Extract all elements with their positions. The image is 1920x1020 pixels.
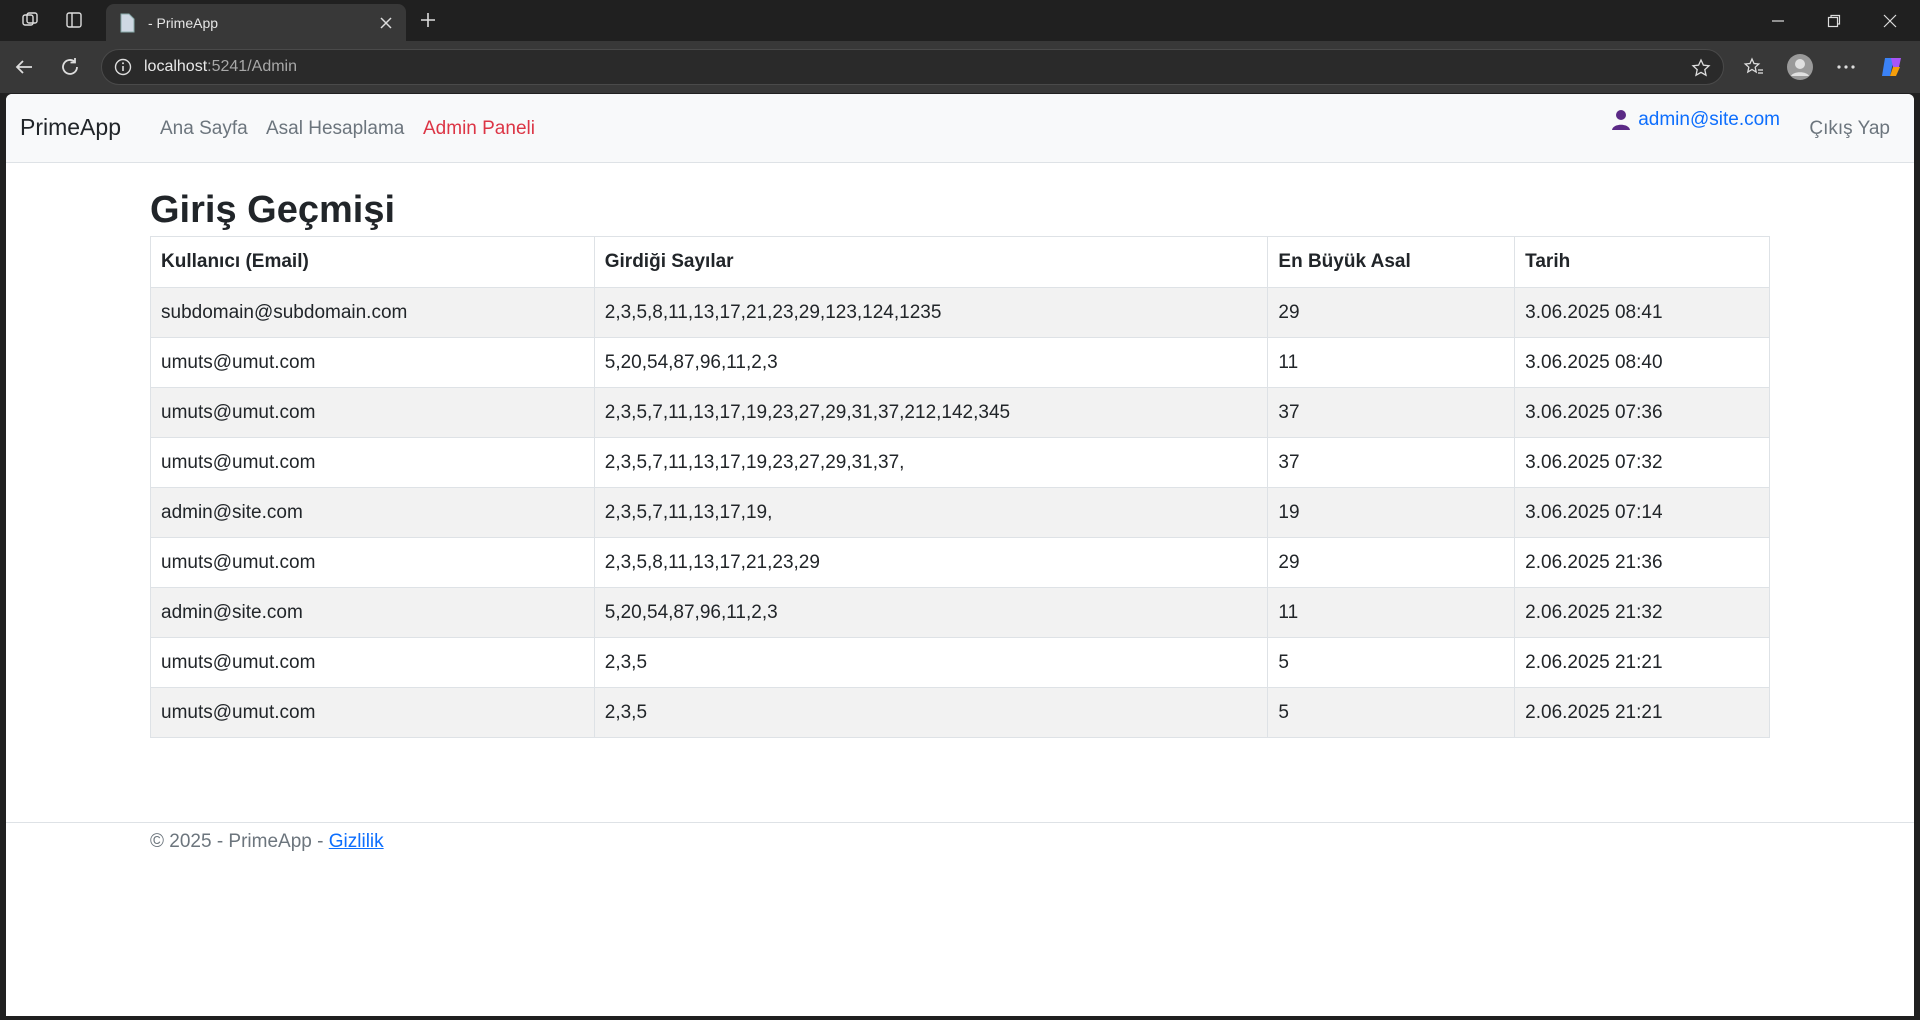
copilot-icon[interactable]	[1876, 51, 1908, 83]
table-cell: 2.06.2025 21:21	[1514, 637, 1770, 688]
vertical-tabs-icon[interactable]	[60, 6, 88, 34]
table-cell: 5	[1267, 687, 1516, 738]
page-viewport: PrimeApp Ana Sayfa Asal Hesaplama Admin …	[6, 94, 1914, 1016]
column-header: En Büyük Asal	[1267, 236, 1516, 288]
table-cell: 37	[1267, 437, 1516, 488]
site-navbar: PrimeApp Ana Sayfa Asal Hesaplama Admin …	[6, 94, 1914, 163]
url-host: localhost	[144, 58, 208, 75]
table-row: umuts@umut.com 2,3,5,7,11,13,17,19,23,27,…	[150, 387, 1770, 438]
close-window-icon[interactable]	[1862, 0, 1918, 41]
table-cell: admin@site.com	[150, 487, 595, 538]
table-row: admin@site.com 5,20,54,87,96,11,2,3 11 2.06…	[150, 587, 1770, 638]
table-cell: 2.06.2025 21:36	[1514, 537, 1770, 588]
active-tab[interactable]: - PrimeApp	[106, 4, 406, 41]
browser-toolbar: localhost:5241/Admin	[0, 41, 1920, 93]
table-cell: umuts@umut.com	[150, 387, 595, 438]
table-cell: 5	[1267, 637, 1516, 688]
table-cell: 2,3,5,7,11,13,17,19,	[593, 487, 1269, 538]
table-cell: umuts@umut.com	[150, 687, 595, 738]
table-cell: 5,20,54,87,96,11,2,3	[593, 587, 1269, 638]
profile-avatar-icon[interactable]	[1784, 51, 1816, 83]
favorites-icon[interactable]	[1738, 51, 1770, 83]
table-cell: 11	[1267, 337, 1516, 388]
minimize-icon[interactable]	[1750, 0, 1806, 41]
more-options-icon[interactable]	[1830, 51, 1862, 83]
table-cell: 3.06.2025 07:32	[1514, 437, 1770, 488]
table-cell: 5,20,54,87,96,11,2,3	[593, 337, 1269, 388]
table-cell: 2,3,5	[593, 687, 1269, 738]
table-cell: 3.06.2025 08:41	[1514, 287, 1770, 338]
reload-icon[interactable]	[54, 51, 86, 83]
user-email-link[interactable]: admin@site.com	[1638, 109, 1780, 131]
table-cell: 3.06.2025 07:36	[1514, 387, 1770, 438]
table-cell: 29	[1267, 537, 1516, 588]
user-account[interactable]: admin@site.com	[1610, 108, 1780, 132]
login-history-table: Kullanıcı (Email) Girdiği Sayılar En Büyük…	[150, 236, 1770, 738]
table-cell: 2.06.2025 21:21	[1514, 687, 1770, 738]
site-footer: © 2025 - PrimeApp - Gizlilik	[6, 822, 1914, 883]
table-cell: 29	[1267, 287, 1516, 338]
favorite-star-icon[interactable]	[1689, 56, 1713, 80]
table-cell: subdomain@subdomain.com	[150, 287, 595, 338]
table-cell: 2,3,5,8,11,13,17,21,23,29,123,124,1235	[593, 287, 1269, 338]
table-cell: 11	[1267, 587, 1516, 638]
site-info-icon[interactable]	[112, 56, 134, 78]
column-header: Girdiği Sayılar	[593, 236, 1269, 288]
table-cell: admin@site.com	[150, 587, 595, 638]
copyright-text: © 2025 - PrimeApp -	[150, 831, 329, 852]
column-header: Tarih	[1514, 236, 1770, 288]
url-text: localhost:5241/Admin	[144, 58, 297, 76]
table-row: subdomain@subdomain.com 2,3,5,8,11,13,17,…	[150, 287, 1770, 338]
nav-link-asal-hesaplama[interactable]: Asal Hesaplama	[266, 118, 404, 140]
table-cell: 2.06.2025 21:32	[1514, 587, 1770, 638]
table-cell: umuts@umut.com	[150, 337, 595, 388]
restore-icon[interactable]	[1806, 0, 1862, 41]
table-cell: 19	[1267, 487, 1516, 538]
table-row: admin@site.com 2,3,5,7,11,13,17,19, 19 3.06…	[150, 487, 1770, 538]
main-content: Giriş Geçmişi Kullanıcı (Email) Girdiği S…	[150, 184, 1770, 738]
page-favicon-icon	[116, 12, 138, 34]
nav-link-ana-sayfa[interactable]: Ana Sayfa	[160, 118, 248, 140]
url-path: :5241/Admin	[207, 58, 297, 75]
column-header: Kullanıcı (Email)	[150, 236, 595, 288]
table-cell: 2,3,5,7,11,13,17,19,23,27,29,31,37,	[593, 437, 1269, 488]
address-bar[interactable]: localhost:5241/Admin	[101, 49, 1724, 85]
table-cell: 3.06.2025 07:14	[1514, 487, 1770, 538]
new-tab-icon[interactable]	[414, 6, 442, 34]
table-body: subdomain@subdomain.com 2,3,5,8,11,13,17,…	[150, 287, 1770, 738]
logout-link[interactable]: Çıkış Yap	[1809, 118, 1890, 140]
tab-title: - PrimeApp	[148, 14, 219, 31]
page-title: Giriş Geçmişi	[150, 189, 396, 231]
table-row: umuts@umut.com 2,3,5 5 2.06.2025 21:21	[150, 637, 1770, 688]
table-cell: umuts@umut.com	[150, 637, 595, 688]
browser-tabstrip: - PrimeApp	[0, 0, 1920, 41]
table-row: umuts@umut.com 5,20,54,87,96,11,2,3 11 3.06…	[150, 337, 1770, 388]
table-cell: 37	[1267, 387, 1516, 438]
user-icon	[1610, 108, 1632, 132]
table-cell: 2,3,5	[593, 637, 1269, 688]
nav-link-admin-paneli[interactable]: Admin Paneli	[423, 118, 535, 140]
table-cell: umuts@umut.com	[150, 437, 595, 488]
close-tab-icon[interactable]	[372, 9, 400, 37]
table-cell: 3.06.2025 08:40	[1514, 337, 1770, 388]
table-cell: 2,3,5,8,11,13,17,21,23,29	[593, 537, 1269, 588]
table-cell: 2,3,5,7,11,13,17,19,23,27,29,31,37,212,1…	[593, 387, 1269, 438]
back-icon[interactable]	[8, 51, 40, 83]
table-header-row: Kullanıcı (Email) Girdiği Sayılar En Büyük…	[150, 236, 1770, 288]
brand-link[interactable]: PrimeApp	[20, 114, 121, 141]
privacy-link[interactable]: Gizlilik	[329, 831, 384, 852]
footer-text: © 2025 - PrimeApp - Gizlilik	[150, 831, 384, 853]
workspaces-icon[interactable]	[16, 6, 44, 34]
table-cell: umuts@umut.com	[150, 537, 595, 588]
table-row: umuts@umut.com 2,3,5 5 2.06.2025 21:21	[150, 687, 1770, 738]
table-row: umuts@umut.com 2,3,5,8,11,13,17,21,23,29 2…	[150, 537, 1770, 588]
table-row: umuts@umut.com 2,3,5,7,11,13,17,19,23,27,…	[150, 437, 1770, 488]
